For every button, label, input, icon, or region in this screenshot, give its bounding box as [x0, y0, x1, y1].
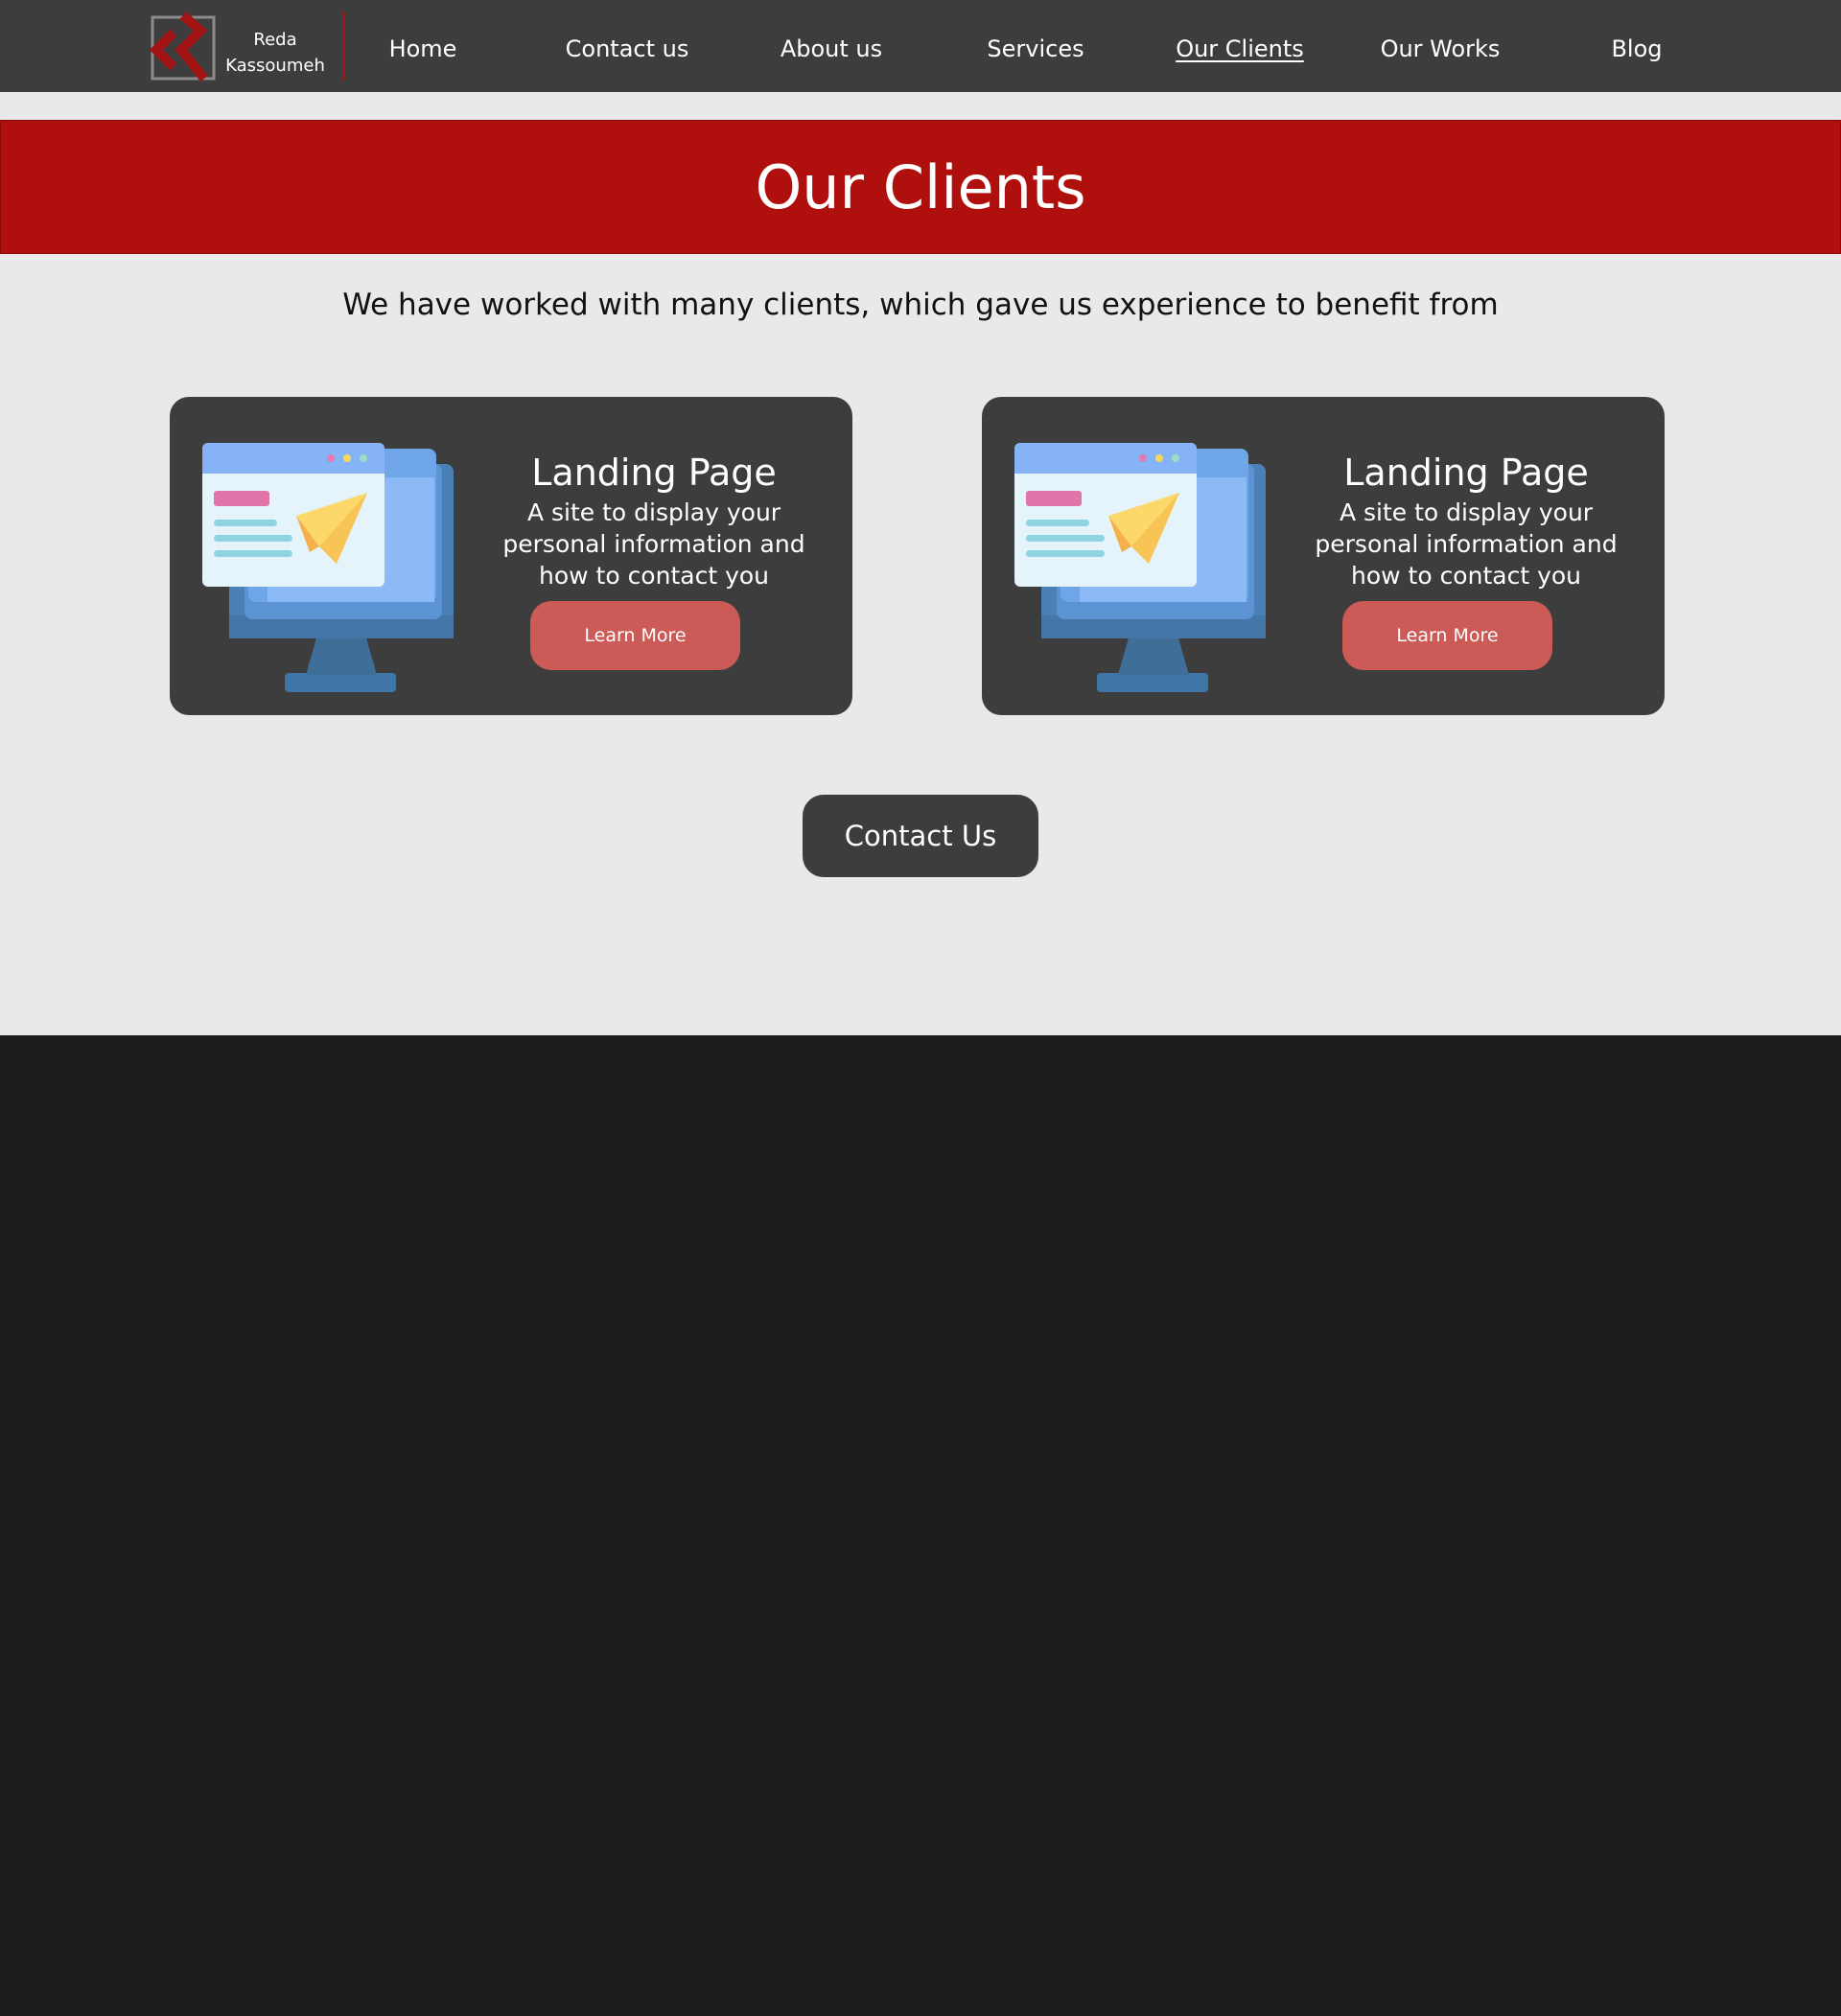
card-description: A site to display your personal informat… [502, 498, 805, 590]
intro-text: We have worked with many clients, which … [342, 288, 1499, 322]
logo-line-1: Reda [253, 30, 297, 50]
clients-section: Our Clients We have worked with many cli… [0, 92, 1841, 1035]
footer [0, 1035, 1841, 2016]
page-banner: Our Clients [0, 120, 1841, 254]
learn-more-button[interactable]: Learn More [530, 601, 740, 670]
card-content: Landing Page A site to display your pers… [1289, 451, 1643, 591]
nav-contact-us[interactable]: Contact us [566, 33, 689, 65]
nav-blog[interactable]: Blog [1611, 33, 1662, 65]
top-navigation: Reda Kassoumeh Home Contact us About us … [0, 0, 1841, 92]
nav-about-us[interactable]: About us [781, 33, 882, 65]
client-card: Landing Page A site to display your pers… [982, 397, 1665, 715]
page-title: Our Clients [755, 152, 1086, 222]
contact-us-button[interactable]: Contact Us [803, 795, 1038, 877]
card-description: A site to display your personal informat… [1315, 498, 1618, 590]
nav-our-clients[interactable]: Our Clients [1176, 33, 1304, 65]
computer-send-icon [202, 443, 454, 692]
card-title: Landing Page [1343, 452, 1589, 494]
card-content: Landing Page A site to display your pers… [477, 451, 831, 591]
logo[interactable]: Reda Kassoumeh [149, 10, 350, 86]
card-title: Landing Page [531, 452, 777, 494]
nav-our-works[interactable]: Our Works [1381, 33, 1501, 65]
client-card: Landing Page A site to display your pers… [170, 397, 852, 715]
nav-services[interactable]: Services [987, 33, 1084, 65]
nav-home[interactable]: Home [389, 33, 457, 65]
learn-more-button[interactable]: Learn More [1342, 601, 1552, 670]
computer-send-icon [1014, 443, 1266, 692]
logo-line-2: Kassoumeh [225, 56, 325, 76]
logo-divider [342, 12, 345, 81]
logo-text: Reda Kassoumeh [218, 27, 333, 79]
logo-icon [149, 12, 216, 82]
